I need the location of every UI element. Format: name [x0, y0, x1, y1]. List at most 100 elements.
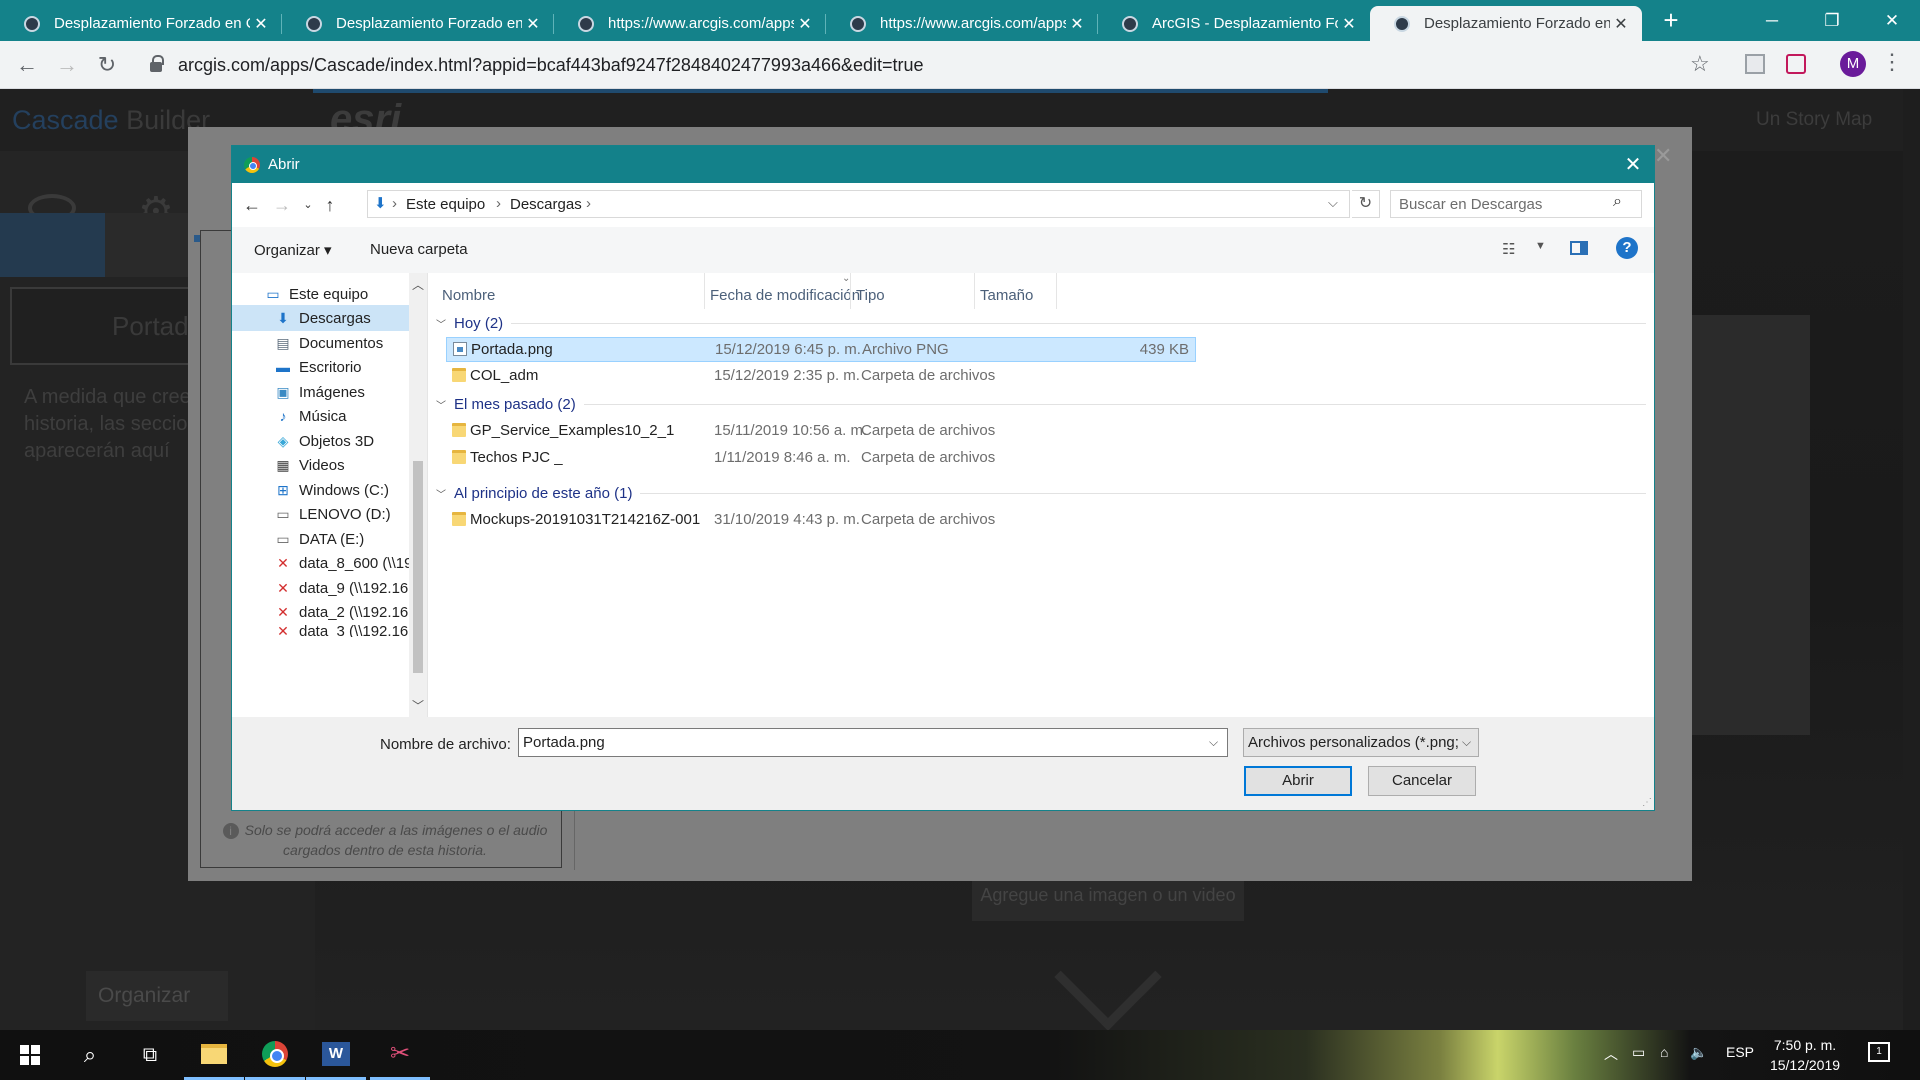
more-menu-icon[interactable]: ⋮: [1880, 49, 1904, 75]
battery-icon[interactable]: ▭: [1632, 1044, 1645, 1061]
filename-input[interactable]: Portada.png ⌵: [518, 728, 1228, 757]
save-button[interactable]: [0, 213, 105, 277]
tab-title: ArcGIS - Desplazamiento For: [1152, 15, 1338, 32]
group-header[interactable]: ﹀ El mes pasado (2): [436, 393, 1646, 415]
chrome-taskbar[interactable]: [245, 1030, 305, 1080]
nav-item-este-equipo[interactable]: ▭ Este equipo: [232, 281, 409, 307]
window-close-button[interactable]: ✕: [1862, 0, 1920, 41]
file-row[interactable]: Mockups-20191031T214216Z-001 31/10/2019 …: [446, 508, 1196, 533]
file-row[interactable]: COL_adm 15/12/2019 2:35 p. m. Carpeta de…: [446, 364, 1196, 389]
nav-item-lenovo-d[interactable]: ▭ LENOVO (D:): [232, 501, 409, 527]
nav-item-data-e[interactable]: ▭ DATA (E:): [232, 526, 409, 552]
scroll-up-icon[interactable]: ︿: [412, 276, 424, 293]
browser-tab[interactable]: Desplazamiento Forzado en C ✕: [0, 6, 282, 41]
extension-icon[interactable]: [1786, 54, 1806, 74]
restore-button[interactable]: ❐: [1802, 0, 1862, 41]
address-bar[interactable]: arcgis.com/apps/Cascade/index.html?appid…: [140, 47, 1715, 83]
language-indicator[interactable]: ESP: [1726, 1044, 1754, 1060]
modal-close-icon[interactable]: ✕: [1654, 143, 1672, 169]
new-folder-button[interactable]: Nueva carpeta: [370, 241, 468, 258]
nav-item-imagenes[interactable]: ▣ Imágenes: [232, 379, 409, 405]
close-icon[interactable]: ✕: [250, 14, 272, 34]
close-icon[interactable]: ✕: [794, 14, 816, 34]
preview-pane-icon[interactable]: [1570, 241, 1588, 255]
nav-item-network-drive[interactable]: ✕ data_8_600 (\\19: [232, 550, 409, 576]
path-bar[interactable]: ⬇ › Este equipo › Descargas › ⌵: [367, 190, 1350, 218]
close-icon[interactable]: ✕: [1066, 14, 1088, 34]
reload-icon[interactable]: ↻: [92, 50, 122, 80]
nav-item-network-drive[interactable]: ✕ data_9 (\\192.16: [232, 575, 409, 601]
view-options-icon[interactable]: ☷: [1502, 240, 1515, 258]
extension-icon[interactable]: [1745, 54, 1765, 74]
forward-arrow-icon[interactable]: →: [270, 195, 294, 217]
search-input[interactable]: Buscar en Descargas ⌕: [1390, 190, 1642, 218]
breadcrumb-este-equipo[interactable]: Este equipo: [406, 196, 485, 213]
nav-item-descargas[interactable]: ⬇ Descargas: [232, 305, 409, 331]
file-explorer-taskbar[interactable]: [184, 1030, 244, 1080]
browser-tab[interactable]: Desplazamiento Forzado en C ✕: [282, 6, 554, 41]
group-header[interactable]: ﹀ Hoy (2): [436, 312, 1646, 334]
close-icon[interactable]: ✕: [522, 14, 544, 34]
profile-avatar[interactable]: M: [1840, 51, 1866, 77]
close-icon[interactable]: ✕: [1338, 14, 1360, 34]
globe-icon: [1394, 15, 1410, 32]
nav-item-network-drive[interactable]: ✕ data_3 (\\192.16: [232, 623, 409, 637]
close-icon[interactable]: ✕: [1610, 14, 1632, 34]
volume-icon[interactable]: 🔈: [1690, 1044, 1707, 1061]
nav-item-escritorio[interactable]: ▬ Escritorio: [232, 354, 409, 380]
organize-button[interactable]: Organizar: [86, 971, 228, 1021]
filetype-select[interactable]: Archivos personalizados (*.png; ⌵: [1243, 728, 1479, 757]
cancel-button[interactable]: Cancelar: [1368, 766, 1476, 796]
group-header[interactable]: ﹀ Al principio de este año (1): [436, 482, 1646, 504]
refresh-icon[interactable]: ↻: [1352, 190, 1380, 218]
nav-scrollbar[interactable]: ︿ ﹀: [409, 273, 427, 717]
file-row[interactable]: Techos PJC _ 1/11/2019 8:46 a. m. Carpet…: [446, 446, 1196, 471]
nav-item-videos[interactable]: ▦ Videos: [232, 452, 409, 478]
search-button[interactable]: ⌕: [60, 1030, 120, 1080]
back-arrow-icon[interactable]: ←: [240, 195, 264, 217]
nav-item-windows-c[interactable]: ⊞ Windows (C:): [232, 477, 409, 503]
start-button[interactable]: [0, 1030, 60, 1080]
nav-item-musica[interactable]: ♪ Música: [232, 403, 409, 429]
notification-icon[interactable]: 1: [1868, 1042, 1890, 1062]
browser-tab[interactable]: ArcGIS - Desplazamiento For ✕: [1098, 6, 1370, 41]
back-icon[interactable]: ←: [12, 50, 42, 80]
chevron-down-icon[interactable]: ⌵: [1209, 735, 1218, 750]
browser-tab[interactable]: https://www.arcgis.com/apps/ ✕: [554, 6, 826, 41]
forward-icon[interactable]: →: [52, 50, 82, 80]
breadcrumb-descargas[interactable]: Descargas: [510, 196, 582, 213]
browser-tab-active[interactable]: Desplazamiento Forzado en C ✕: [1370, 6, 1642, 41]
column-header-tamano[interactable]: Tamaño: [980, 287, 1033, 304]
column-header-tipo[interactable]: Tipo: [856, 287, 885, 304]
up-arrow-icon[interactable]: ↑: [318, 195, 342, 217]
scroll-down-icon[interactable]: ﹀: [412, 697, 424, 714]
nav-item-network-drive[interactable]: ✕ data_2 (\\192.16: [232, 599, 409, 625]
browser-tab[interactable]: https://www.arcgis.com/apps/ ✕: [826, 6, 1098, 41]
file-row[interactable]: GP_Service_Examples10_2_1 15/11/2019 10:…: [446, 419, 1196, 444]
column-header-nombre[interactable]: Nombre: [442, 287, 495, 304]
dialog-close-button[interactable]: ✕: [1621, 152, 1645, 177]
chevron-down-icon[interactable]: ⌵: [1328, 195, 1338, 211]
column-header-fecha[interactable]: Fecha de modificación: [710, 287, 860, 304]
chevron-up-icon[interactable]: ︿: [1604, 1044, 1618, 1064]
snipping-tool-taskbar[interactable]: ✂: [370, 1030, 430, 1080]
file-row[interactable]: Portada.png 15/12/2019 6:45 p. m. Archiv…: [446, 337, 1196, 362]
clock[interactable]: 7:50 p. m. 15/12/2019: [1760, 1035, 1850, 1075]
navigation-pane: ▭ Este equipo ⬇ Descargas ▤ Documentos ▬ Esc…: [232, 273, 409, 717]
nav-item-objetos-3d[interactable]: ◈ Objetos 3D: [232, 428, 409, 454]
network-icon[interactable]: ⌂: [1660, 1044, 1668, 1060]
word-taskbar[interactable]: W: [306, 1030, 366, 1080]
task-view-button[interactable]: ⧉: [120, 1030, 180, 1080]
help-icon[interactable]: ?: [1616, 237, 1638, 259]
bookmark-star-icon[interactable]: ☆: [1690, 51, 1710, 77]
recent-locations-chevron-icon[interactable]: ⌄: [296, 198, 320, 220]
new-tab-button[interactable]: +: [1656, 6, 1686, 36]
minimize-button[interactable]: ─: [1742, 0, 1802, 41]
chevron-down-icon[interactable]: ▼: [1535, 240, 1546, 252]
resize-grip-icon[interactable]: ⋰: [1642, 797, 1652, 808]
organize-menu-button[interactable]: Organizar ▾: [254, 241, 332, 259]
page-scrollbar[interactable]: [1903, 89, 1920, 1030]
open-button[interactable]: Abrir: [1244, 766, 1352, 796]
scroll-thumb[interactable]: [413, 461, 423, 673]
nav-item-documentos[interactable]: ▤ Documentos: [232, 330, 409, 356]
